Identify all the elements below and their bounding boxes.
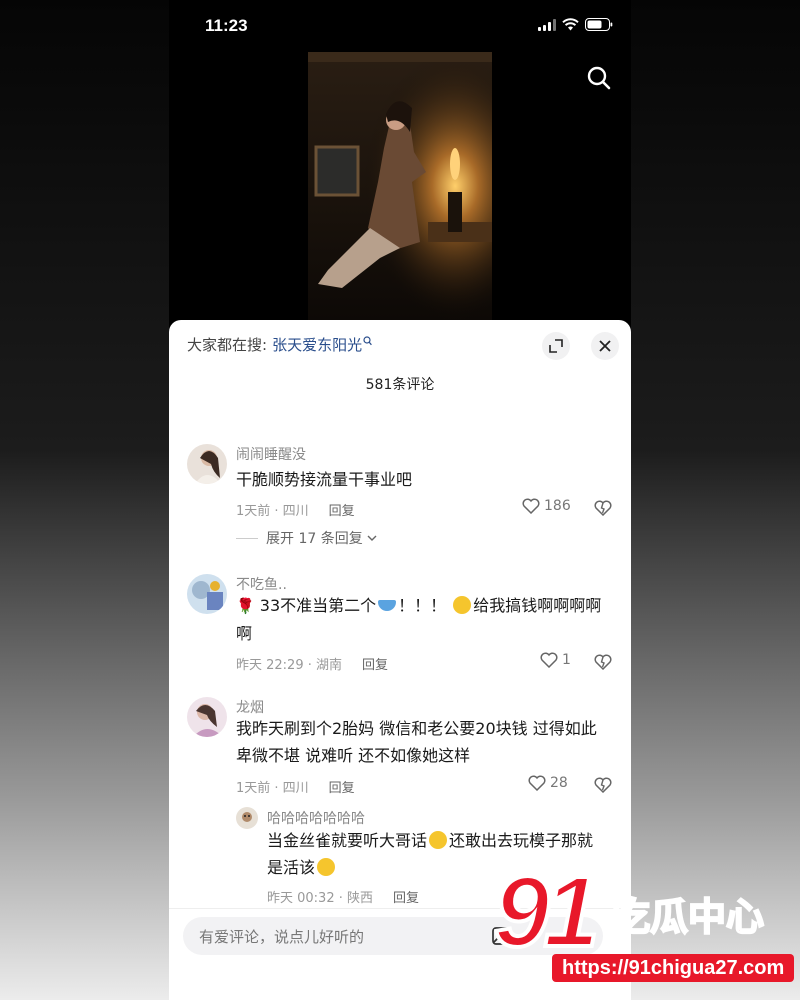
like-count: 1	[562, 652, 571, 668]
like-count: 186	[544, 498, 571, 514]
comment-meta: 1天前 · 四川 回复	[236, 777, 355, 796]
reply-button[interactable]: 回复	[329, 777, 355, 796]
comment-text-part: 啊	[236, 624, 253, 643]
comment-username[interactable]: 不吃鱼..	[236, 574, 287, 594]
comment-username[interactable]: 闹闹睡醒没	[236, 444, 306, 464]
search-small-icon	[363, 336, 373, 346]
like-button[interactable]: 1	[540, 652, 571, 668]
expand-replies-button[interactable]: 展开 17 条回复	[236, 528, 377, 548]
rofl-emoji-icon	[317, 858, 336, 876]
broken-heart-icon	[594, 500, 612, 517]
sheet-header: 大家都在搜: 张天爱东阳光	[187, 332, 619, 360]
heart-icon	[528, 775, 546, 791]
comment-list: 闹闹睡醒没 干脆顺势接流量干事业吧 1天前 · 四川 回复 186 展开 17 …	[169, 396, 631, 908]
like-count: 28	[550, 775, 568, 791]
watermark-number: 91	[492, 856, 601, 968]
comment-text: 我昨天刷到个2胎妈 微信和老公要20块钱 过得如此 卑微不堪 说难听 还不如像她…	[236, 715, 616, 769]
avatar[interactable]	[187, 574, 227, 614]
comment-text-part: ！！！	[398, 596, 447, 615]
dislike-button[interactable]	[594, 654, 612, 674]
broken-heart-icon	[594, 777, 612, 794]
signal-icon	[538, 18, 556, 31]
reply-time-location: 昨天 00:32 · 陕西	[267, 891, 373, 906]
watermark-logo: 91 吃瓜中心 https://91chigua27.com	[490, 860, 800, 998]
comment-time-location: 1天前 · 四川	[236, 504, 309, 519]
fullscreen-button[interactable]	[542, 332, 570, 360]
reply-button[interactable]: 回复	[329, 500, 355, 519]
heart-icon	[522, 498, 540, 514]
reply-meta: 昨天 00:32 · 陕西 回复	[267, 887, 419, 906]
avatar[interactable]	[187, 444, 227, 484]
dislike-button[interactable]	[594, 777, 612, 797]
comment-meta: 1天前 · 四川 回复	[236, 500, 355, 519]
avatar[interactable]	[187, 697, 227, 737]
comment-time-location: 昨天 22:29 · 湖南	[236, 658, 342, 673]
reply-username[interactable]: 哈哈哈哈哈哈哈	[267, 808, 365, 828]
expand-replies-label: 展开 17 条回复	[266, 531, 363, 547]
comment-text: 🌹 33不准当第二个 ！！！ 给我搞钱啊啊啊啊 啊	[236, 592, 611, 647]
trending-search-prefix: 大家都在搜:	[187, 336, 268, 354]
comment-input[interactable]	[197, 917, 481, 957]
chevron-down-icon	[367, 535, 377, 541]
comment-text-line: 卑微不堪 说难听 还不如像她这样	[236, 746, 471, 765]
broken-heart-icon	[594, 654, 612, 671]
video-thumbnail[interactable]	[308, 52, 492, 320]
reply-text-part: 是活该	[267, 858, 316, 877]
expand-icon	[549, 339, 563, 353]
close-icon	[599, 340, 611, 352]
phone-screen: 11:23 大家都在搜: 张天爱东阳光 581条评论 闹闹睡醒没 干脆顺势接流量…	[169, 0, 631, 1000]
comment-text: 干脆顺势接流量干事业吧	[236, 470, 413, 489]
comment-count: 581条评论	[365, 377, 435, 393]
rose-emoji-icon: 🌹	[236, 597, 255, 615]
trending-search-query: 张天爱东阳光	[272, 336, 363, 354]
search-icon[interactable]	[585, 64, 613, 92]
comment-text-part: 给我搞钱啊啊啊啊	[473, 596, 602, 615]
frown-emoji-icon	[453, 596, 472, 614]
like-button[interactable]: 28	[528, 775, 568, 791]
reply-text-part: 当金丝雀就要听大哥话	[267, 831, 428, 850]
reply-button[interactable]: 回复	[393, 887, 419, 906]
comment-text-part: 33不准当第二个	[259, 596, 377, 615]
wifi-icon	[562, 18, 579, 31]
dislike-button[interactable]	[594, 500, 612, 520]
comment-meta: 昨天 22:29 · 湖南 回复	[236, 654, 388, 673]
status-time: 11:23	[205, 16, 248, 35]
trending-search-link[interactable]: 张天爱东阳光	[272, 336, 373, 354]
watermark-name: 吃瓜中心	[611, 894, 765, 940]
like-button[interactable]: 186	[522, 498, 571, 514]
reply-text-part: 还敢出去玩模子那就	[449, 831, 594, 850]
heart-icon	[540, 652, 558, 668]
reply-avatar[interactable]	[236, 807, 258, 829]
reply-button[interactable]: 回复	[362, 654, 388, 673]
battery-icon	[585, 18, 613, 31]
comment-text-line: 我昨天刷到个2胎妈 微信和老公要20块钱 过得如此	[236, 719, 597, 738]
comment-username[interactable]: 龙烟	[236, 697, 264, 717]
close-button[interactable]	[591, 332, 619, 360]
rofl-emoji-icon	[429, 831, 448, 849]
comment-time-location: 1天前 · 四川	[236, 781, 309, 796]
bowl-emoji-icon	[378, 600, 397, 611]
status-icons	[538, 18, 613, 31]
watermark-url: https://91chigua27.com	[552, 954, 795, 982]
